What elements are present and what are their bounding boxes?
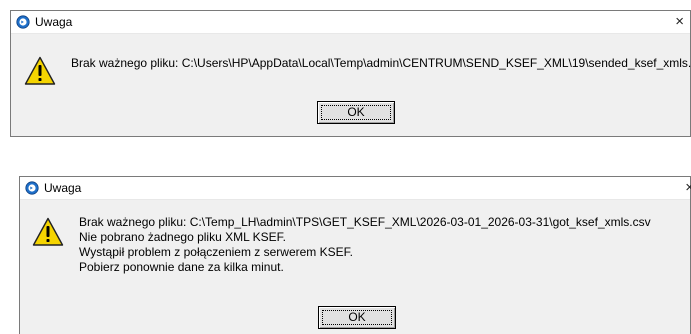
dialog-titlebar[interactable]: Uwaga × (11, 11, 690, 34)
message-line: Wystąpił problem z połączeniem z serwere… (79, 245, 353, 259)
ok-button[interactable]: OK (318, 306, 396, 329)
app-icon (16, 15, 30, 29)
dialog-title: Uwaga (35, 15, 73, 29)
warning-dialog-2: Uwaga × Brak ważnego pliku: C:\Temp_LH\a… (19, 176, 691, 334)
ok-button[interactable]: OK (317, 101, 395, 124)
warning-dialog-1: Uwaga × Brak ważnego pliku: C:\Users\HP\… (10, 10, 691, 137)
focus-rectangle (322, 310, 392, 325)
warning-icon (24, 56, 56, 85)
message-line: Brak ważnego pliku: C:\Temp_LH\admin\TPS… (79, 215, 651, 229)
close-button[interactable]: × (685, 178, 691, 198)
message-line: Nie pobrano żadnego pliku XML KSEF. (79, 230, 287, 244)
message-line: Brak ważnego pliku: C:\Users\HP\AppData\… (71, 56, 691, 70)
warning-icon (32, 217, 64, 246)
dialog-message: Brak ważnego pliku: C:\Temp_LH\admin\TPS… (79, 215, 651, 275)
dialog-title: Uwaga (44, 181, 82, 195)
close-button[interactable]: × (675, 12, 684, 32)
message-line: Pobierz ponownie dane za kilka minut. (79, 260, 284, 274)
app-icon (25, 181, 39, 195)
focus-rectangle (321, 105, 391, 120)
dialog-titlebar[interactable]: Uwaga × (20, 177, 691, 200)
dialog-message: Brak ważnego pliku: C:\Users\HP\AppData\… (71, 56, 691, 71)
